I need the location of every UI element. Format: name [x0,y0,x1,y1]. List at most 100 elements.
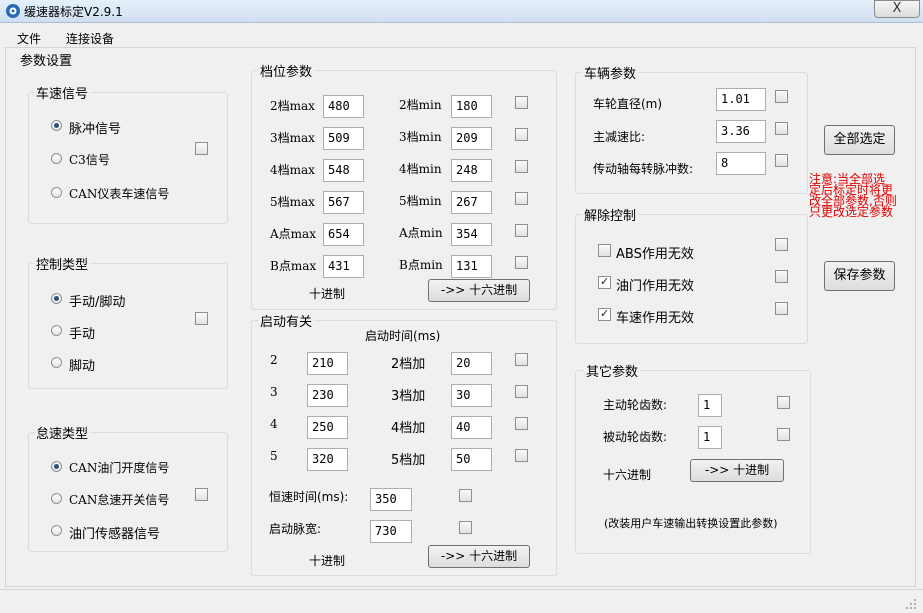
gear-min-label: 4档min [399,162,442,176]
other-params-title: 其它参数 [584,361,641,380]
gear-max-input[interactable]: 509 [323,127,364,150]
driven-teeth-input[interactable]: 1 [698,426,722,449]
radio-label: 手动/脚动 [69,295,126,310]
startup-time-input[interactable]: 210 [307,352,348,375]
release-select-checkbox[interactable] [775,238,788,251]
release-item-label: ABS作用无效 [616,247,694,262]
idle-type-select-checkbox[interactable] [195,488,208,501]
radio-c3-signal[interactable] [51,153,62,164]
gear-add-input[interactable]: 20 [451,352,492,375]
radio-label: 脚动 [69,359,96,374]
gear-row-checkbox[interactable] [515,256,528,269]
save-params-button[interactable]: 保存参数 [824,261,895,291]
startup-row-checkbox[interactable] [515,385,528,398]
radio-manual[interactable] [51,325,62,336]
startup-gear-label: 3 [270,385,278,399]
start-pulse-label: 启动脉宽: [269,522,322,536]
gear-params-title: 档位参数 [258,61,315,80]
radio-can-idle-switch[interactable] [51,493,62,504]
gear-add-input[interactable]: 40 [451,416,492,439]
startup-row-checkbox[interactable] [515,417,528,430]
gear-min-input[interactable]: 248 [451,159,492,182]
wheel-diameter-checkbox[interactable] [775,90,788,103]
gear-min-input[interactable]: 131 [451,255,492,278]
gear-row-checkbox[interactable] [515,96,528,109]
menu-connect-device[interactable]: 连接设备 [66,30,114,47]
radio-throttle-sensor[interactable] [51,525,62,536]
gear-max-label: A点max [270,227,316,241]
startup-time-input[interactable]: 230 [307,384,348,407]
gear-max-input[interactable]: 654 [323,223,364,246]
const-speed-checkbox[interactable] [459,489,472,502]
control-type-select-checkbox[interactable] [195,312,208,325]
gear-add-input[interactable]: 30 [451,384,492,407]
release-item-checkbox[interactable] [598,244,611,257]
radio-foot[interactable] [51,357,62,368]
final-ratio-label: 主减速比: [593,130,646,144]
radio-pulse-signal[interactable] [51,120,62,131]
wheel-diameter-label: 车轮直径(m) [593,97,663,111]
release-item-checkbox[interactable] [598,275,611,289]
warning-text: 注意:当全部选 定后标定时将更 改全部参数,否则 只更改选定参数 [809,173,897,218]
wheel-diameter-input[interactable]: 1.01 [716,88,766,111]
gear-min-label: 3档min [399,130,442,144]
drive-teeth-input[interactable]: 1 [698,394,722,417]
gear-add-input[interactable]: 50 [451,448,492,471]
drive-teeth-label: 主动轮齿数: [603,398,668,412]
startup-convert-hex-button[interactable]: ->> 十六进制 [428,545,530,568]
start-pulse-checkbox[interactable] [459,521,472,534]
driven-teeth-checkbox[interactable] [777,428,790,441]
drive-teeth-checkbox[interactable] [777,396,790,409]
shaft-pulse-checkbox[interactable] [775,154,788,167]
startup-gear-label: 5 [270,449,278,463]
startup-title: 启动有关 [258,311,315,330]
gear-max-input[interactable]: 548 [323,159,364,182]
other-convert-dec-button[interactable]: ->> 十进制 [690,459,784,482]
speed-signal-select-checkbox[interactable] [195,142,208,155]
final-ratio-checkbox[interactable] [775,122,788,135]
menu-file[interactable]: 文件 [17,30,41,47]
shaft-pulse-input[interactable]: 8 [716,152,766,175]
select-all-button[interactable]: 全部选定 [824,125,895,155]
radio-label: C3信号 [69,153,110,167]
gear-row-checkbox[interactable] [515,160,528,173]
close-button[interactable]: X [874,0,920,18]
release-item-checkbox[interactable] [598,307,611,321]
release-select-checkbox[interactable] [775,302,788,315]
gear-convert-hex-button[interactable]: ->> 十六进制 [428,279,530,302]
gear-min-input[interactable]: 267 [451,191,492,214]
shaft-pulse-label: 传动轴每转脉冲数: [593,162,694,176]
startup-row-checkbox[interactable] [515,353,528,366]
gear-min-label: 2档min [399,98,442,112]
idle-type-title: 怠速类型 [34,423,91,442]
const-speed-input[interactable]: 350 [370,488,412,511]
gear-row-checkbox[interactable] [515,192,528,205]
startup-row-checkbox[interactable] [515,449,528,462]
resize-grip-icon[interactable] [905,598,917,610]
gear-min-input[interactable]: 354 [451,223,492,246]
gear-row-checkbox[interactable] [515,224,528,237]
title-bar [0,0,923,23]
startup-gear-label: 4 [270,417,278,431]
gear-min-input[interactable]: 209 [451,127,492,150]
gear-min-input[interactable]: 180 [451,95,492,118]
gear-max-input[interactable]: 431 [323,255,364,278]
gear-add-label: 2档加 [391,357,426,372]
radio-label: 脉冲信号 [69,122,122,137]
release-item-label: 车速作用无效 [616,311,695,326]
radio-can-throttle[interactable] [51,461,62,472]
control-type-title: 控制类型 [34,254,91,273]
startup-time-input[interactable]: 250 [307,416,348,439]
final-ratio-input[interactable]: 3.36 [716,120,766,143]
radio-can-speed-signal[interactable] [51,187,62,198]
start-pulse-input[interactable]: 730 [370,520,412,543]
gear-row-checkbox[interactable] [515,128,528,141]
const-speed-label: 恒速时间(ms): [269,490,349,504]
startup-time-input[interactable]: 320 [307,448,348,471]
params-title: 参数设置 [18,50,75,69]
release-select-checkbox[interactable] [775,270,788,283]
menu-bar [0,26,923,46]
gear-max-input[interactable]: 480 [323,95,364,118]
radio-manual-foot[interactable] [51,293,62,304]
gear-max-input[interactable]: 567 [323,191,364,214]
